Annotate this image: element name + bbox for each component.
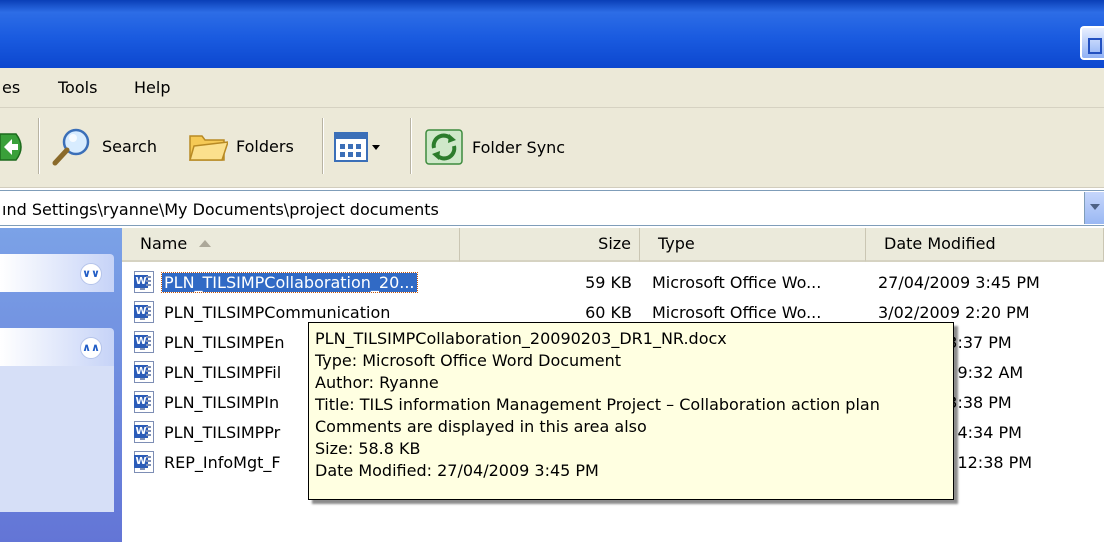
word-document-icon [134,271,154,293]
folder-sync-icon [425,129,463,165]
folders-label: Folders [236,136,294,156]
up-button[interactable] [0,130,26,164]
tooltip-size: Size: 58.8 KB [315,439,421,458]
views-icon [334,132,368,162]
tooltip-title: Title: TILS information Management Proje… [315,395,880,414]
word-document-icon [134,361,154,383]
tooltip-comments: Comments are displayed in this area also [315,417,647,436]
tooltip-author: Author: Ryanne [315,373,439,392]
menu-item-favorites[interactable]: es [2,78,20,97]
chevron-down-icon[interactable]: ∨∨ [80,263,102,285]
search-label: Search [102,136,157,156]
search-icon [52,128,90,166]
word-document-icon [134,391,154,413]
file-name[interactable]: PLN_TILSIMPPr [164,423,280,442]
file-size: 60 KB [585,303,632,322]
task-group-header[interactable]: ∧∧ [0,328,114,366]
address-bar[interactable]: ınd Settings\ryanne\My Documents\project… [0,190,1104,226]
word-document-icon [134,301,154,323]
tooltip-date: Date Modified: 27/04/2009 3:45 PM [315,461,599,480]
file-date: 3/02/2009 2:20 PM [878,303,1030,322]
menu-bar: es Tools Help [0,68,1104,108]
address-dropdown-button[interactable] [1084,192,1104,224]
column-header-size[interactable]: Size [460,228,640,262]
standard-toolbar: Search Folders Folder Sync [0,108,1104,188]
word-document-icon [134,451,154,473]
file-name[interactable]: PLN_TILSIMPEn [164,333,285,352]
folder-sync-button[interactable]: Folder Sync [424,128,565,166]
views-button[interactable] [334,132,380,162]
file-name[interactable]: PLN_TILSIMPCommunication [164,303,390,322]
file-type: Microsoft Office Wo... [652,303,822,322]
file-name[interactable]: PLN_TILSIMPFil [164,363,281,382]
column-type-label: Type [658,234,695,253]
folder-sync-label: Folder Sync [472,137,566,157]
file-name[interactable]: REP_InfoMgt_F [164,453,281,472]
menu-item-help[interactable]: Help [134,78,170,97]
word-document-icon [134,331,154,353]
file-name[interactable]: PLN_TILSIMPCollaboration_20... [161,272,418,293]
word-document-icon [134,421,154,443]
column-header-name[interactable]: Name [122,228,460,262]
tooltip-filename: PLN_TILSIMPCollaboration_20090203_DR1_NR… [315,329,727,348]
folders-icon [189,135,228,161]
task-group-body [0,366,114,512]
file-size: 59 KB [585,273,632,292]
menu-item-tools[interactable]: Tools [58,78,97,97]
address-path[interactable]: ınd Settings\ryanne\My Documents\project… [2,200,439,219]
file-row[interactable]: PLN_TILSIMPCollaboration_20... 59 KB Mic… [122,268,1104,298]
column-header-date[interactable]: Date Modified [866,228,1104,262]
file-type: Microsoft Office Wo... [652,273,822,292]
column-size-label: Size [598,234,631,253]
column-header-type[interactable]: Type [640,228,866,262]
folders-button[interactable]: Folders [188,128,294,164]
task-pane: ∨∨ ∧∧ [0,228,122,542]
maximize-button[interactable] [1080,26,1104,60]
up-folder-icon [0,133,22,161]
chevron-down-icon [372,144,380,150]
search-button[interactable]: Search [50,126,157,166]
file-name[interactable]: PLN_TILSIMPIn [164,393,279,412]
tooltip-type: Type: Microsoft Office Word Document [315,351,622,370]
sort-ascending-icon [199,240,212,247]
column-name-label: Name [140,234,188,253]
column-date-label: Date Modified [884,234,996,253]
file-info-tooltip: PLN_TILSIMPCollaboration_20090203_DR1_NR… [308,322,954,500]
chevron-up-icon[interactable]: ∧∧ [80,337,102,359]
window-titlebar[interactable] [0,0,1104,68]
file-date: 27/04/2009 3:45 PM [878,273,1040,292]
task-group-header[interactable]: ∨∨ [0,254,114,292]
